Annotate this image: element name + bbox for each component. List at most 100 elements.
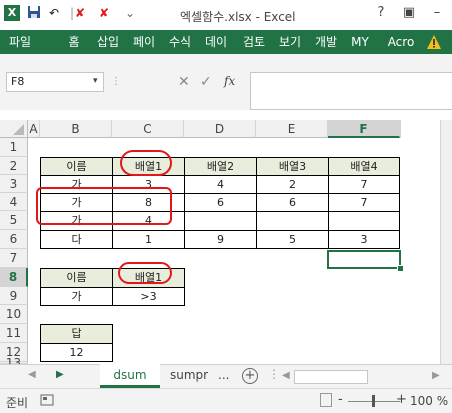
add-sheet-button[interactable]: + [242, 368, 258, 384]
table-cell[interactable]: 7 [328, 193, 400, 212]
tab-review[interactable]: 검토 [238, 30, 270, 54]
vertical-scrollbar[interactable] [440, 120, 452, 364]
answer-value-cell[interactable]: 12 [40, 343, 113, 362]
tab-page-layout[interactable]: 페이 [128, 30, 160, 54]
column-header-b[interactable]: B [40, 120, 112, 138]
delete-x-icon[interactable]: ✘ [96, 5, 112, 21]
row-header[interactable]: 3 [0, 175, 28, 193]
table-header-cell[interactable]: 배열4 [328, 157, 400, 176]
title-bar: X ↶ | ✘ ✘ ⌄ 엑셀함수.xlsx - Excel ? ▣ – [0, 0, 452, 30]
row-header[interactable]: 7 [0, 249, 28, 268]
tab-home[interactable]: 홈 [62, 30, 86, 54]
table-header-cell[interactable]: 이름 [40, 157, 113, 176]
undo-icon[interactable]: ↶ [46, 5, 62, 21]
row-header[interactable]: 11 [0, 324, 28, 343]
row-header[interactable]: 2 [0, 157, 28, 175]
formula-input[interactable] [250, 72, 452, 110]
more-sheets[interactable]: ... [218, 368, 229, 382]
function-icon[interactable]: fx [224, 74, 235, 88]
ribbon-tabs: 파일 홈 삽입 페이 수식 데이 검토 보기 개발 MY Acro [0, 30, 452, 54]
name-box-dropdown-icon[interactable]: ▾ [93, 76, 98, 86]
status-mode: 준비 [6, 396, 29, 410]
tab-view[interactable]: 보기 [274, 30, 306, 54]
column-header-a[interactable]: A [28, 120, 40, 138]
table-cell[interactable]: 7 [328, 175, 400, 194]
table-cell[interactable] [256, 211, 329, 231]
column-header-e[interactable]: E [256, 120, 328, 138]
excel-icon[interactable]: X [4, 5, 20, 21]
annotation-circle-criteria [118, 262, 172, 284]
tab-file[interactable]: 파일 [0, 30, 40, 54]
tab-developer[interactable]: 개발 [310, 30, 342, 54]
window-title: 엑셀함수.xlsx - Excel [180, 10, 296, 24]
horizontal-scrollbar-thumb[interactable] [294, 370, 368, 384]
column-header-f[interactable]: F [328, 120, 400, 138]
page-layout-view-icon[interactable] [320, 393, 332, 407]
fill-handle[interactable] [397, 265, 404, 272]
hscroll-right-icon[interactable]: ▶ [432, 370, 440, 381]
save-icon[interactable] [26, 5, 42, 21]
scroll-right-icon[interactable]: ▶ [56, 369, 64, 380]
close-x-icon[interactable]: ✘ [72, 5, 88, 21]
table-cell[interactable]: 5 [256, 230, 329, 249]
select-all-corner[interactable] [0, 120, 28, 138]
table-cell[interactable]: 1 [112, 230, 185, 249]
row-header[interactable]: 10 [0, 305, 28, 324]
table-cell[interactable]: 2 [256, 175, 329, 194]
cancel-icon[interactable]: ✕ [178, 74, 190, 90]
table-cell[interactable]: 9 [184, 230, 257, 249]
customize-dropdown-icon[interactable]: ⌄ [122, 5, 138, 21]
annotation-box-rows [36, 187, 172, 225]
column-header-c[interactable]: C [112, 120, 184, 138]
sheet-tab-dsum[interactable]: dsum [100, 364, 160, 388]
zoom-in-button[interactable]: + [396, 393, 407, 407]
annotation-circle-header [120, 150, 172, 176]
row-header[interactable]: 5 [0, 211, 28, 230]
table-header-cell[interactable]: 배열2 [184, 157, 257, 176]
sheet-edge [400, 120, 440, 138]
tab-my[interactable]: MY [346, 30, 374, 54]
name-box[interactable]: F8 [6, 72, 104, 92]
table-cell[interactable]: 6 [184, 193, 257, 212]
zoom-out-button[interactable]: - [338, 393, 343, 407]
enter-icon[interactable]: ✓ [200, 74, 212, 90]
table-cell[interactable]: 다 [40, 230, 113, 249]
tab-acrobat[interactable]: Acro [384, 30, 418, 54]
worksheet[interactable]: A B C D E F 1 2 3 4 5 6 7 8 9 10 11 12 1… [0, 112, 452, 369]
sheet-tab-bar: ◀ ▶ dsum sumpr ... + ⋮ ◀ ▶ [0, 364, 452, 388]
table-header-cell[interactable]: 배열3 [256, 157, 329, 176]
tab-insert[interactable]: 삽입 [92, 30, 124, 54]
warning-icon[interactable] [424, 30, 444, 54]
tab-formulas[interactable]: 수식 [164, 30, 196, 54]
split-grip-icon[interactable]: ⋮ [268, 367, 280, 381]
table-cell[interactable]: 6 [256, 193, 329, 212]
help-icon[interactable]: ? [368, 2, 394, 24]
table-cell[interactable]: 4 [184, 175, 257, 194]
sheet-tab-sumpr[interactable]: sumpr [170, 368, 208, 382]
row-header-active[interactable]: 8 [0, 268, 28, 287]
table-cell[interactable] [328, 211, 400, 231]
column-header-d[interactable]: D [184, 120, 256, 138]
tab-data[interactable]: 데이 [200, 30, 232, 54]
row-header[interactable]: 4 [0, 193, 28, 211]
scroll-left-icon[interactable]: ◀ [28, 369, 36, 380]
zoom-slider-thumb[interactable] [372, 395, 375, 407]
row-header[interactable]: 1 [0, 138, 28, 157]
zoom-level[interactable]: 100 % [410, 394, 448, 408]
row-header[interactable]: 6 [0, 230, 28, 249]
macro-record-icon[interactable] [40, 393, 54, 407]
selected-cell-f8[interactable] [327, 250, 401, 269]
criteria-cell[interactable]: 가 [40, 287, 113, 306]
status-bar: 준비 - + 100 % [0, 388, 452, 413]
formula-bar: F8 ▾ ⋮ ✕ ✓ fx [0, 54, 452, 110]
grip-icon: ⋮ [111, 76, 121, 87]
table-cell[interactable]: 3 [328, 230, 400, 249]
hscroll-left-icon[interactable]: ◀ [282, 370, 290, 381]
criteria-cell[interactable]: >3 [112, 287, 185, 306]
row-header[interactable]: 9 [0, 287, 28, 305]
ribbon-options-icon[interactable]: ▣ [396, 2, 422, 24]
answer-label-cell[interactable]: 답 [40, 324, 113, 344]
minimize-icon[interactable]: – [424, 2, 450, 24]
criteria-header-cell[interactable]: 이름 [40, 268, 113, 288]
table-cell[interactable] [184, 211, 257, 231]
